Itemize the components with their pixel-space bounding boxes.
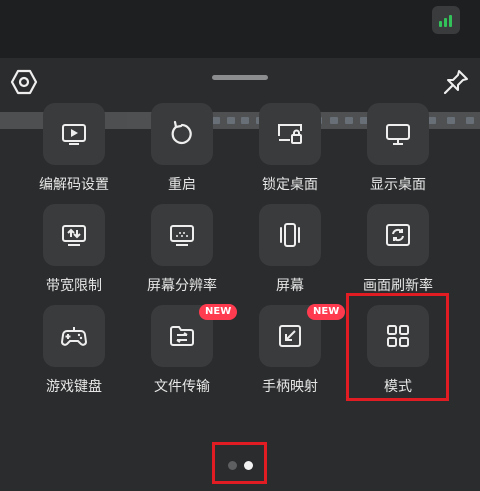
new-badge: NEW	[199, 304, 238, 320]
bandwidth-limit-icon	[62, 225, 86, 246]
gamepad-icon	[60, 327, 88, 346]
screen-button[interactable]	[259, 204, 321, 266]
screen-label: 屏幕	[276, 278, 304, 294]
drag-handle[interactable]	[212, 75, 268, 80]
restart-icon	[171, 120, 192, 145]
restart-label: 重启	[168, 177, 196, 193]
page-indicator-dot[interactable]	[228, 461, 237, 470]
screen-resolution-label: 屏幕分辨率	[147, 278, 217, 294]
restart-button[interactable]	[151, 103, 213, 165]
settings-gear-icon[interactable]	[10, 68, 38, 96]
file-transfer-label: 文件传输	[154, 379, 210, 395]
game-keyboard-label: 游戏键盘	[46, 379, 102, 395]
refresh-rate-button[interactable]	[367, 204, 429, 266]
pin-icon[interactable]	[442, 68, 470, 96]
codec-settings-button[interactable]	[43, 103, 105, 165]
signal-strength-icon	[432, 6, 460, 34]
bandwidth-limit-button[interactable]	[43, 204, 105, 266]
new-badge: NEW	[307, 304, 346, 320]
highlight-pager-frame	[212, 442, 267, 484]
screen-icon	[280, 223, 300, 247]
game-keyboard-button[interactable]	[43, 305, 105, 367]
screen-resolution-button[interactable]	[151, 204, 213, 266]
show-desktop-button[interactable]	[367, 103, 429, 165]
show-desktop-icon	[386, 124, 410, 145]
lock-desktop-icon	[278, 124, 302, 144]
lock-desktop-button[interactable]	[259, 103, 321, 165]
bandwidth-limit-label: 带宽限制	[46, 278, 102, 294]
lock-desktop-label: 锁定桌面	[262, 177, 318, 193]
page-indicator-dot-active[interactable]	[244, 461, 253, 470]
file-transfer-icon	[170, 326, 194, 346]
top-status-bar	[0, 0, 480, 60]
codec-settings-icon	[62, 124, 86, 145]
controller-mapping-icon	[279, 325, 301, 347]
refresh-rate-icon	[386, 224, 410, 246]
highlight-mode-frame	[346, 293, 449, 401]
show-desktop-label: 显示桌面	[370, 177, 426, 193]
codec-settings-label: 编解码设置	[39, 177, 109, 193]
controller-mapping-label: 手柄映射	[262, 379, 318, 395]
screen-resolution-icon	[170, 225, 194, 246]
refresh-rate-label: 画面刷新率	[363, 278, 433, 294]
